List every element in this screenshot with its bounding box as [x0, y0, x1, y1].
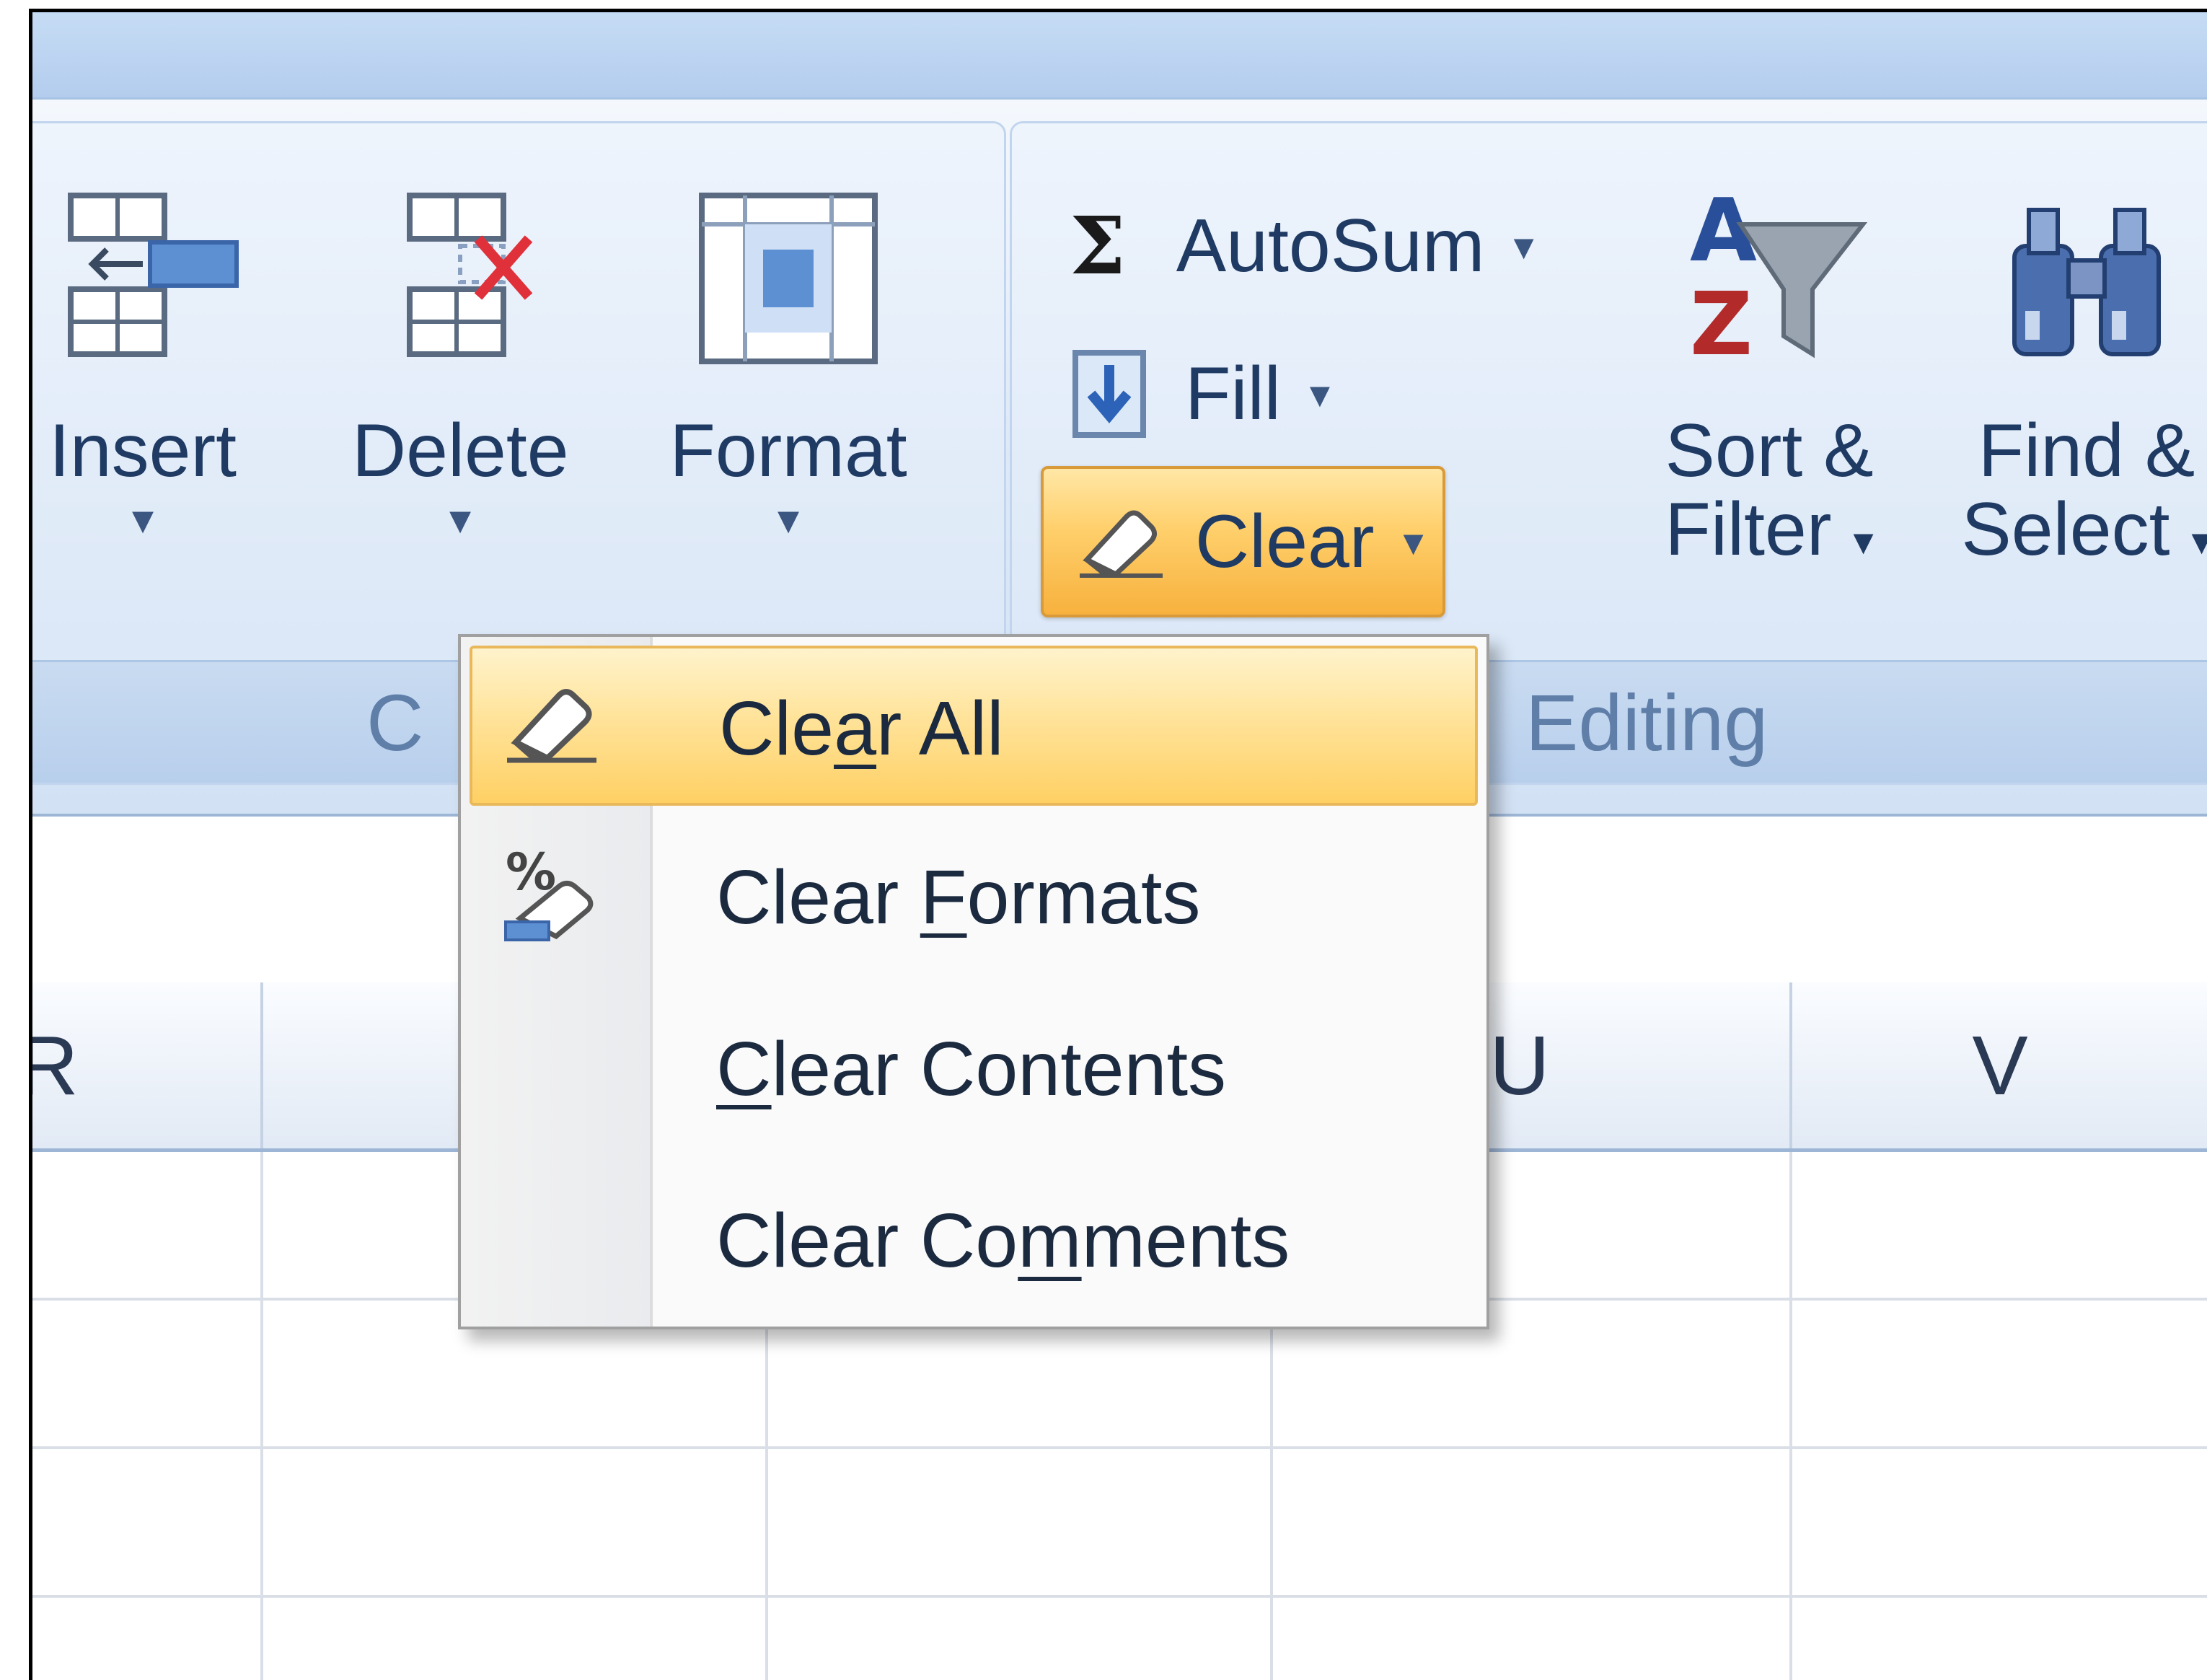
sort-filter-line2-wrap: Filter ▾: [1647, 491, 1892, 569]
clear-dropdown-menu: Clear All % Clear Formats Clear Contents…: [458, 634, 1489, 1329]
delete-button[interactable]: Delete ▾: [352, 181, 569, 548]
access-key: F: [920, 855, 967, 940]
chevron-down-icon: ▾: [1403, 519, 1424, 564]
grid-line: [260, 1152, 263, 1680]
grid-line: [1789, 1152, 1792, 1680]
sort-filter-icon: A Z: [1690, 181, 1868, 369]
sigma-icon: Σ: [1070, 199, 1126, 292]
find-select-line2: Select: [1961, 488, 2170, 572]
sort-filter-line1: Sort &: [1665, 409, 1874, 493]
sort-filter-button[interactable]: A Z Sort & Filter ▾: [1647, 181, 1892, 569]
chevron-down-icon: ▾: [1853, 518, 1874, 564]
find-select-line2-wrap: Select ▾: [1942, 491, 2207, 569]
chevron-down-icon: ▾: [449, 495, 472, 544]
label-part: lear Contents: [771, 1026, 1227, 1112]
insert-cells-icon: [68, 193, 239, 357]
menu-item-clear-contents[interactable]: Clear Contents: [470, 989, 1478, 1149]
chevron-down-icon: ▾: [1309, 371, 1330, 416]
format-label: Format: [669, 409, 907, 493]
clear-button[interactable]: Clear ▾: [1041, 466, 1445, 617]
find-select-line1: Find &: [1978, 409, 2195, 493]
find-select-button[interactable]: Find & Select ▾: [1942, 181, 2207, 569]
menu-item-clear-comments[interactable]: Clear Comments: [470, 1161, 1478, 1321]
label-part: Clear Co: [716, 1198, 1018, 1283]
label-part: ormats: [966, 855, 1201, 940]
autosum-button[interactable]: Σ AutoSum ▾: [1070, 199, 1534, 293]
column-header-r[interactable]: R: [32, 982, 263, 1148]
insert-button[interactable]: Insert ▾: [35, 181, 251, 548]
title-bar: [32, 12, 2207, 100]
excel-window: Insert ▾ Delete ▾ Format ▾ C Σ AutoSum ▾…: [29, 9, 2207, 1680]
label-part: Clear: [716, 855, 920, 940]
menu-item-label: Clear Contents: [716, 989, 1226, 1149]
autosum-label: AutoSum: [1176, 204, 1485, 288]
access-key: m: [1018, 1198, 1082, 1283]
insert-label: Insert: [48, 409, 237, 493]
eraser-icon: [507, 689, 596, 763]
chevron-down-icon: ▾: [2191, 518, 2207, 563]
delete-cells-icon: [407, 193, 533, 357]
chevron-down-icon: ▾: [131, 495, 154, 544]
column-header-v[interactable]: V: [1792, 982, 2207, 1148]
menu-item-clear-all[interactable]: Clear All: [470, 646, 1478, 806]
clear-label: Clear: [1195, 500, 1375, 584]
fill-button[interactable]: Fill ▾: [1070, 347, 1330, 441]
chevron-down-icon: ▾: [777, 495, 800, 544]
binoculars-icon: [2012, 208, 2161, 356]
access-key: C: [716, 1026, 772, 1112]
eraser-icon: [1080, 510, 1163, 578]
chevron-down-icon: ▾: [1513, 223, 1534, 268]
access-key: a: [834, 686, 877, 771]
delete-label: Delete: [352, 409, 569, 493]
sort-filter-line2: Filter: [1665, 488, 1832, 572]
svg-text:Z: Z: [1690, 275, 1753, 369]
fill-down-icon: [1072, 350, 1146, 438]
menu-item-label: Clear Formats: [716, 817, 1200, 977]
menu-item-label: Clear All: [719, 648, 1004, 809]
label-part: Cle: [719, 686, 834, 771]
fill-label: Fill: [1185, 352, 1281, 436]
format-cells-icon: [699, 193, 878, 364]
label-part: r All: [876, 686, 1004, 771]
format-button[interactable]: Format ▾: [669, 181, 907, 548]
menu-item-clear-formats[interactable]: % Clear Formats: [470, 817, 1478, 977]
label-part: ments: [1081, 1198, 1290, 1283]
clear-formats-icon: %: [504, 846, 594, 941]
menu-item-label: Clear Comments: [716, 1161, 1290, 1321]
